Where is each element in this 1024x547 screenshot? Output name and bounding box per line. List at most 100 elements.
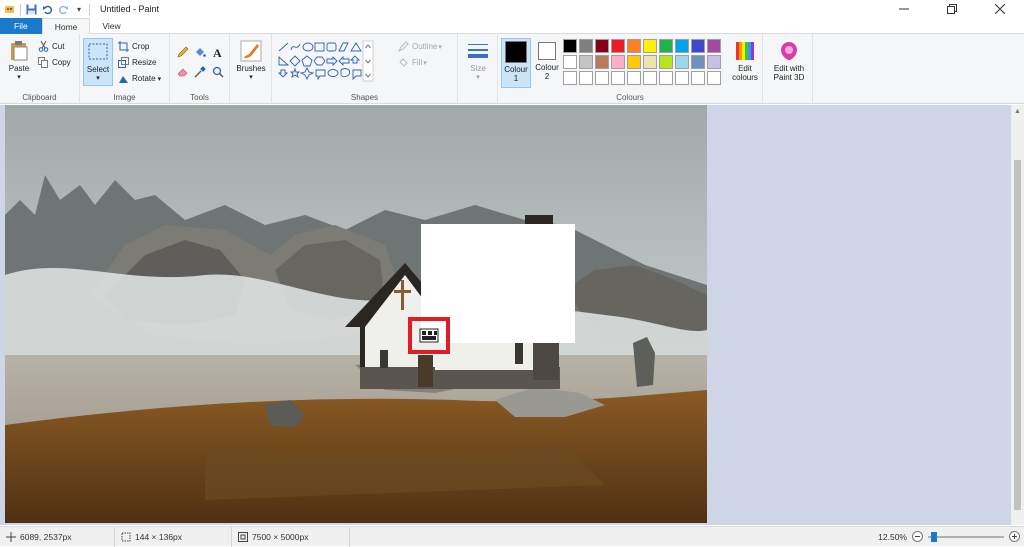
palette-swatch[interactable] [579, 55, 593, 69]
edit-colours-button[interactable]: Edit colours [730, 40, 760, 82]
palette-swatch[interactable] [659, 39, 673, 53]
paste-button[interactable]: Paste ▾ [4, 40, 34, 82]
eraser-icon[interactable] [177, 66, 189, 78]
tab-home[interactable]: Home [41, 18, 91, 35]
copy-label: Copy [52, 58, 71, 67]
zoom-in-icon[interactable] [1009, 531, 1020, 542]
palette-swatch[interactable] [643, 55, 657, 69]
tab-view[interactable]: View [90, 18, 132, 34]
copy-icon [38, 57, 48, 68]
palette-swatch[interactable] [595, 39, 609, 53]
palette-swatch[interactable] [595, 55, 609, 69]
palette-swatch[interactable] [691, 39, 705, 53]
close-button[interactable] [976, 0, 1024, 18]
palette-swatch[interactable] [563, 71, 577, 85]
selection-size-text: 144 × 136px [135, 531, 183, 542]
select-button[interactable]: Select ▾ [83, 38, 113, 86]
canvas-image[interactable] [5, 105, 707, 523]
palette-swatch[interactable] [643, 71, 657, 85]
edit-colours-label-1: Edit [738, 64, 752, 73]
customize-qat-icon[interactable]: ▾ [73, 3, 85, 15]
magnifier-icon[interactable] [212, 66, 224, 78]
palette-swatch[interactable] [707, 71, 721, 85]
fill-bucket-icon[interactable] [194, 46, 206, 58]
pencil-icon[interactable] [177, 46, 189, 58]
palette-swatch[interactable] [691, 55, 705, 69]
palette-swatch[interactable] [707, 39, 721, 53]
palette-swatch[interactable] [595, 71, 609, 85]
palette-swatch[interactable] [563, 39, 577, 53]
cursor-position: 6089, 2537px [0, 526, 115, 547]
resize-button[interactable]: Resize [118, 57, 156, 68]
paint3d-label-1: Edit with [773, 64, 805, 73]
crop-icon [118, 41, 129, 52]
edit-with-paint3d-button[interactable]: Edit with Paint 3D [767, 40, 811, 82]
brushes-label: Brushes [236, 64, 266, 73]
palette-swatch[interactable] [643, 39, 657, 53]
minimize-button[interactable] [880, 0, 928, 18]
palette-swatch[interactable] [627, 71, 641, 85]
tab-file[interactable]: File [0, 18, 42, 34]
size-group: Size ▾ [458, 34, 498, 104]
palette-swatch[interactable] [659, 55, 673, 69]
color-picker-icon[interactable] [194, 66, 206, 78]
select-rectangle-icon [88, 43, 108, 60]
scissors-icon [38, 41, 49, 52]
cursor-position-text: 6089, 2537px [20, 531, 72, 542]
scroll-up-arrow[interactable]: ▲ [1011, 105, 1024, 118]
palette-swatch[interactable] [579, 39, 593, 53]
size-button[interactable]: Size ▾ [463, 40, 493, 82]
palette-swatch[interactable] [627, 55, 641, 69]
image-size-icon [238, 531, 248, 542]
resize-icon [118, 57, 129, 68]
palette-swatch[interactable] [611, 39, 625, 53]
tools-group: A Tools [170, 34, 230, 104]
palette-swatch[interactable] [563, 55, 577, 69]
clipboard-group-label: Clipboard [22, 93, 57, 102]
copy-button[interactable]: Copy [38, 57, 71, 68]
paint-app-icon [4, 3, 16, 15]
save-icon[interactable] [25, 3, 37, 15]
rotate-button[interactable]: Rotate ▾ [118, 73, 161, 84]
crop-button[interactable]: Crop [118, 41, 149, 52]
palette-swatch[interactable] [579, 71, 593, 85]
svg-text:A: A [213, 46, 222, 58]
redo-icon[interactable] [57, 3, 69, 15]
zoom-slider-thumb[interactable] [931, 531, 937, 542]
clipboard-group: Paste ▾ Cut Copy Clipboard [0, 34, 80, 104]
palette-swatch[interactable] [675, 39, 689, 53]
brushes-button[interactable]: Brushes ▾ [234, 40, 268, 82]
colours-group: Colour 1 Colour 2 Edit colours Colours [498, 34, 763, 104]
palette-swatch[interactable] [659, 71, 673, 85]
rotate-label: Rotate [132, 74, 156, 83]
crosshair-icon [6, 531, 16, 542]
qat-separator [89, 3, 90, 15]
palette-swatch[interactable] [675, 71, 689, 85]
text-icon[interactable]: A [212, 46, 224, 58]
fill-button[interactable]: Fill ▾ [398, 57, 427, 68]
chevron-down-icon: ▾ [476, 74, 480, 81]
palette-swatch[interactable] [611, 55, 625, 69]
undo-icon[interactable] [41, 3, 53, 15]
status-bar: 6089, 2537px 144 × 136px 7500 × 5000px 1… [0, 526, 1024, 547]
colour1-button[interactable]: Colour 1 [501, 38, 531, 88]
scroll-thumb[interactable] [1014, 160, 1021, 510]
title-bar: ▾ Untitled - Paint [0, 0, 1024, 18]
colour2-button[interactable]: Colour 2 [533, 42, 561, 81]
palette-swatch[interactable] [627, 39, 641, 53]
palette-swatch[interactable] [675, 55, 689, 69]
zoom-slider[interactable] [928, 531, 1004, 542]
colours-group-label: Colours [616, 93, 644, 102]
shapes-gallery[interactable] [277, 40, 391, 84]
chevron-down-icon: ▾ [423, 59, 427, 67]
palette-swatch[interactable] [707, 55, 721, 69]
vertical-scrollbar[interactable]: ▲ [1011, 105, 1024, 525]
palette-swatch[interactable] [691, 71, 705, 85]
zoom-out-icon[interactable] [912, 531, 923, 542]
colour1-label: Colour [504, 65, 528, 74]
palette-swatch[interactable] [611, 71, 625, 85]
cut-button[interactable]: Cut [38, 41, 64, 52]
outline-button[interactable]: Outline ▾ [398, 41, 442, 52]
ribbon-tabs: File Home View [0, 18, 1024, 35]
restore-button[interactable] [928, 0, 976, 18]
